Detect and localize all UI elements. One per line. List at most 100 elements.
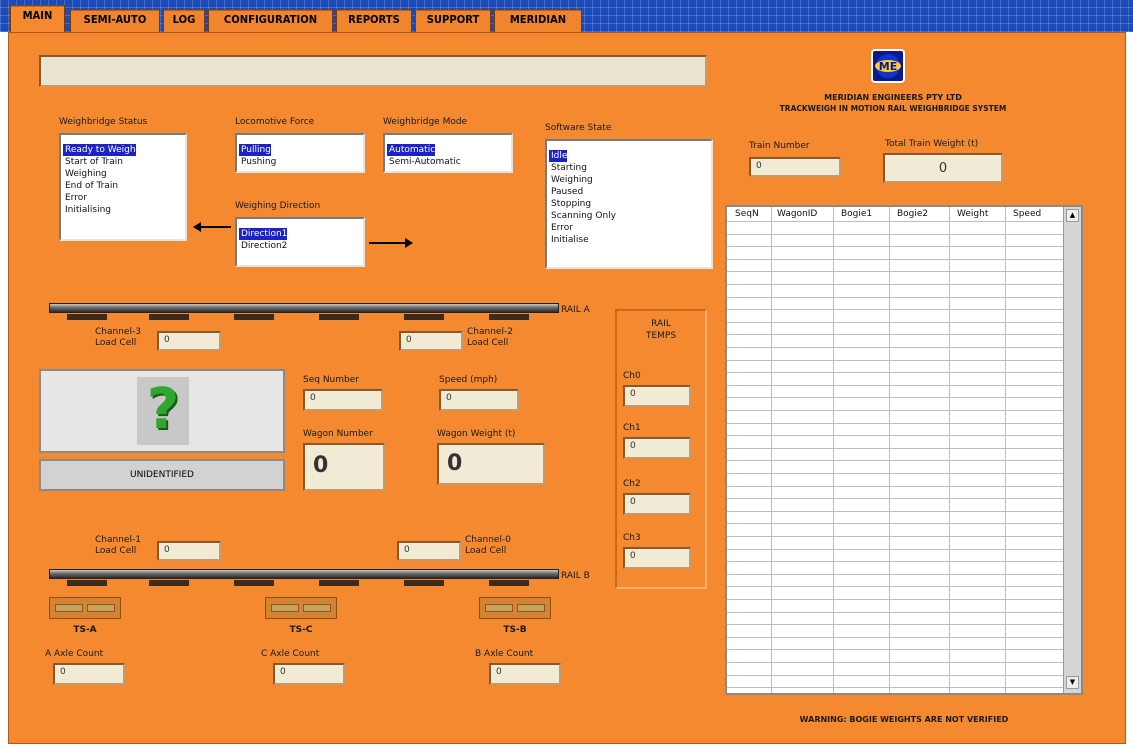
wagon-image-panel: ? [39, 369, 285, 453]
table-row [727, 662, 1063, 663]
tab-reports[interactable]: REPORTS [336, 9, 412, 33]
weighbridge-mode-selected[interactable]: Automatic [387, 144, 436, 156]
rail-temp-ch2-field: 0 [623, 493, 691, 515]
table-row [727, 284, 1063, 285]
tab-log[interactable]: LOG [163, 9, 205, 33]
weighbridge-mode-list[interactable]: Automatic Semi-Automatic [383, 133, 513, 173]
ts-c-led [271, 604, 299, 612]
software-state-item: Idle [549, 143, 709, 162]
table-row [727, 347, 1063, 348]
locomotive-force-selected[interactable]: Pulling [239, 144, 271, 156]
table-row [727, 410, 1063, 411]
weighing-direction-item[interactable]: Direction2 [239, 240, 361, 252]
table-header-bogie2: Bogie2 [897, 209, 929, 219]
wagon-id-status: UNIDENTIFIED [39, 459, 285, 491]
table-row [727, 309, 1063, 310]
table-row [727, 687, 1063, 688]
rail-temp-ch1-label: Ch1 [623, 423, 641, 433]
table-header-wagonid: WagonID [777, 209, 818, 219]
tab-support[interactable]: SUPPORT [415, 9, 491, 33]
rail-sleeper [67, 580, 107, 586]
tab-main[interactable]: MAIN [10, 5, 65, 34]
speed-field: 0 [439, 389, 519, 411]
rail-b-label: RAIL B [561, 571, 590, 581]
rail-sleeper [149, 580, 189, 586]
table-row [727, 397, 1063, 398]
channel-3-sublabel: Load Cell [95, 338, 137, 348]
table-row [727, 448, 1063, 449]
rail-sleeper [404, 580, 444, 586]
table-column-line [949, 207, 950, 693]
table-column-line [889, 207, 890, 693]
table-row [727, 486, 1063, 487]
locomotive-force-item[interactable]: Pushing [239, 156, 361, 168]
rail-sleeper [234, 314, 274, 320]
table-scrollbar[interactable]: ▲ ▼ [1063, 207, 1081, 693]
table-header-bogie1: Bogie1 [841, 209, 873, 219]
weighbridge-mode-label: Weighbridge Mode [383, 117, 468, 127]
rail-temp-ch2-label: Ch2 [623, 479, 641, 489]
tab-configuration[interactable]: CONFIGURATION [208, 9, 333, 33]
table-row [727, 297, 1063, 298]
table-row [727, 271, 1063, 272]
scroll-down-icon[interactable]: ▼ [1066, 676, 1079, 689]
weighing-direction-selected[interactable]: Direction1 [239, 228, 288, 240]
software-state-item: Initialise [551, 235, 589, 245]
table-header-seqn: SeqN [735, 209, 759, 219]
c-axle-count-field: 0 [273, 663, 345, 685]
main-panel: ME MERIDIAN ENGINEERS PTY LTD TRACKWEIGH… [8, 32, 1126, 744]
rail-sleeper [319, 580, 359, 586]
locomotive-force-list[interactable]: Pulling Pushing [235, 133, 365, 173]
scroll-up-icon[interactable]: ▲ [1066, 209, 1079, 222]
weighbridge-status-item: Error [65, 193, 87, 203]
software-state-item: Scanning Only [551, 211, 616, 221]
product-name: TRACKWEIGH IN MOTION RAIL WEIGHBRIDGE SY… [779, 104, 1007, 113]
wagon-weight-label: Wagon Weight (t) [437, 429, 516, 439]
total-train-weight-field: 0 [883, 153, 1003, 183]
seq-number-label: Seq Number [303, 375, 359, 385]
software-state-list: Idle Starting Weighing Paused Stopping S… [545, 139, 713, 269]
tab-semi-auto[interactable]: SEMI-AUTO [70, 9, 160, 33]
rail-sleeper [319, 314, 359, 320]
software-state-item: Paused [551, 187, 584, 197]
a-axle-count-field: 0 [53, 663, 125, 685]
table-row [727, 574, 1063, 575]
ts-b-led [517, 604, 545, 612]
rail-temp-ch1-field: 0 [623, 437, 691, 459]
rail-a [49, 303, 559, 313]
weighbridge-status-item: Start of Train [65, 157, 123, 167]
tab-meridian[interactable]: MERIDIAN [494, 9, 582, 33]
table-column-line [1005, 207, 1006, 693]
table-row [727, 322, 1063, 323]
wagon-weight-field: 0 [437, 443, 545, 485]
locomotive-force-item[interactable]: Pulling [239, 137, 361, 156]
rail-temp-ch0-label: Ch0 [623, 371, 641, 381]
weighing-direction-list[interactable]: Direction1 Direction2 [235, 217, 365, 267]
weighbridge-status-selected: Ready to Weigh [63, 144, 136, 156]
rail-temp-ch0-field: 0 [623, 385, 691, 407]
table-row [727, 259, 1063, 260]
table-row [727, 612, 1063, 613]
software-state-item: Error [551, 223, 573, 233]
table-row [727, 511, 1063, 512]
table-row [727, 435, 1063, 436]
question-mark-icon: ? [137, 377, 189, 445]
weighbridge-mode-item[interactable]: Semi-Automatic [387, 156, 509, 168]
software-state-label: Software State [545, 123, 612, 133]
table-column-line [833, 207, 834, 693]
b-axle-count-field: 0 [489, 663, 561, 685]
total-train-weight-label: Total Train Weight (t) [885, 139, 979, 149]
rail-sleeper [234, 580, 274, 586]
software-state-selected: Idle [549, 150, 568, 162]
b-axle-count-label: B Axle Count [475, 649, 534, 659]
arrow-right-icon [369, 238, 413, 248]
weighing-direction-item[interactable]: Direction1 [239, 221, 361, 240]
table-header-weight: Weight [957, 209, 989, 219]
table-row [727, 599, 1063, 600]
ts-b-indicator [479, 597, 551, 619]
weighbridge-mode-item[interactable]: Automatic [387, 137, 509, 156]
weighbridge-status-label: Weighbridge Status [59, 117, 148, 127]
meridian-logo: ME [871, 49, 905, 83]
weighbridge-status-item: End of Train [65, 181, 119, 191]
table-row [727, 234, 1063, 235]
